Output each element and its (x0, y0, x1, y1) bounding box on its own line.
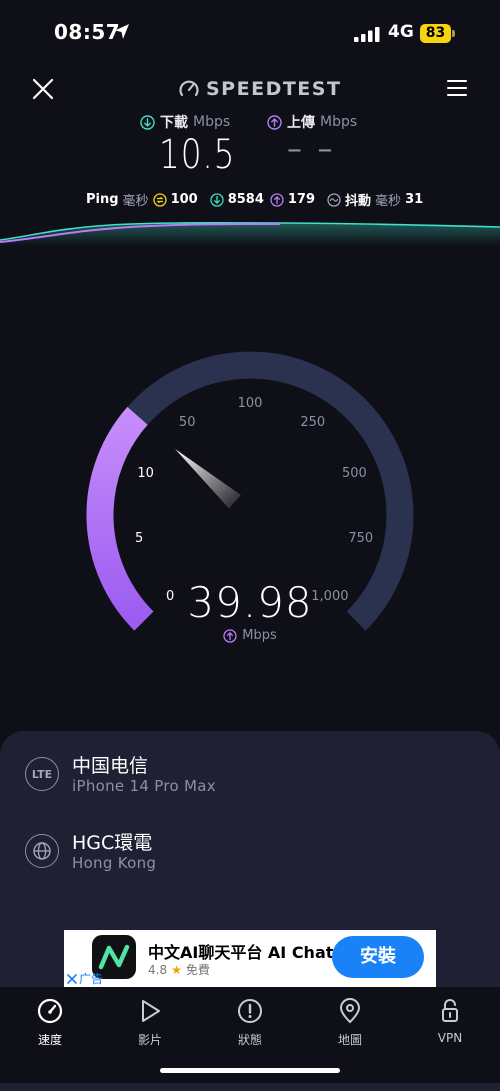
nav-item-video[interactable]: 影片 (115, 997, 185, 1048)
upload-name: 上傳 (287, 115, 315, 131)
nav-item-vpn[interactable]: VPN (415, 997, 485, 1045)
gauge-tick-100: 100 (238, 396, 263, 411)
download-name: 下載 (160, 115, 188, 131)
nav-item-status[interactable]: 狀態 (215, 997, 285, 1048)
lte-icon: LTE (25, 757, 59, 791)
home-indicator[interactable] (160, 1068, 340, 1073)
upload-icon (267, 114, 282, 130)
upload-value: – – (287, 132, 336, 167)
nav-item-map[interactable]: 地圖 (315, 997, 385, 1048)
ping-download: 8584 (227, 192, 264, 207)
ping-upload: 179 (287, 192, 316, 207)
logo-text: SPEEDTEST (206, 78, 342, 100)
upload-latency-icon (270, 192, 284, 207)
ping-idle: 100 (170, 192, 198, 207)
nav-label-speed: 速度 (37, 1033, 62, 1047)
ad-install-button[interactable]: 安裝 (332, 936, 424, 978)
location-arrow-icon (115, 24, 129, 39)
device-name: iPhone 14 Pro Max (72, 777, 216, 795)
speedtest-logo: SPEEDTEST (178, 77, 341, 101)
nav-label-status: 狀態 (237, 1033, 262, 1047)
ad-app-logo-icon (98, 944, 130, 970)
gauge-logo-icon (179, 80, 199, 97)
download-label: 下載 Mbps (140, 112, 230, 132)
ad-badge-label: 广告 (79, 972, 104, 986)
gauge-tick-5: 5 (135, 531, 143, 546)
lock-icon (442, 999, 458, 1022)
alert-icon (238, 999, 262, 1023)
carrier-name[interactable]: 中国电信 (72, 751, 148, 778)
nav-label-map: 地圖 (337, 1033, 362, 1047)
server-name[interactable]: HGC環電 (72, 828, 152, 855)
ad-badge[interactable]: 广告 (66, 970, 103, 987)
throughput-graph (0, 222, 500, 246)
gauge-tick-500: 500 (342, 466, 367, 481)
speedometer-icon (37, 998, 63, 1024)
ad-close-icon[interactable] (66, 973, 78, 985)
upload-unit: Mbps (320, 114, 358, 130)
jitter-icon (327, 192, 341, 207)
jitter-label: 抖動 (345, 194, 372, 209)
gauge-tick-750: 750 (348, 531, 373, 546)
ping-row: Ping 毫秒 100 8584 179 抖動 毫秒 31 (86, 190, 431, 209)
globe-glyph (33, 842, 51, 860)
network-type: 4G (388, 22, 414, 42)
star-icon: ★ (171, 962, 182, 977)
nav-item-speed[interactable]: 速度 (15, 997, 85, 1048)
gauge-tick-10: 10 (137, 466, 154, 481)
battery-tip (452, 30, 455, 37)
gauge-needle (175, 448, 241, 509)
ad-price: 免費 (185, 963, 210, 977)
download-icon (140, 114, 155, 130)
status-time: 08:57 (54, 20, 121, 44)
download-unit: Mbps (193, 114, 231, 130)
speed-unit-label: Mbps (242, 628, 277, 643)
jitter-value: 31 (405, 192, 424, 207)
gauge-progress (86, 406, 154, 631)
gauge-tick-250: 250 (300, 415, 325, 430)
current-speed-unit: Mbps (200, 628, 300, 643)
ad-banner[interactable]: 中文AI聊天平台 AI Chat 4.8 ★ 免費 安裝 广告 (64, 930, 436, 987)
upload-unit-icon (223, 628, 237, 643)
close-button[interactable] (30, 76, 56, 102)
globe-icon (25, 834, 59, 868)
ping-unit: 毫秒 (122, 194, 149, 209)
menu-button[interactable] (446, 78, 468, 98)
ad-title[interactable]: 中文AI聊天平台 AI Chat (148, 939, 333, 963)
current-speed-value: 39.98 (187, 578, 313, 627)
play-icon (142, 1000, 160, 1022)
cellular-signal-icon (354, 27, 380, 42)
ad-rating-value: 4.8 (148, 962, 168, 977)
download-value: 10.5 (159, 132, 236, 178)
download-latency-icon (210, 192, 224, 207)
nav-label-vpn: VPN (437, 1031, 463, 1045)
server-location: Hong Kong (72, 854, 157, 872)
nav-label-video: 影片 (137, 1033, 162, 1047)
upload-label: 上傳 Mbps (267, 112, 357, 132)
ping-label: Ping (86, 192, 119, 207)
ad-rating: 4.8 ★ 免費 (148, 961, 210, 978)
battery-icon: 83 (420, 24, 451, 43)
gauge-tick-50: 50 (179, 415, 196, 430)
map-pin-icon (339, 998, 361, 1024)
jitter-unit: 毫秒 (375, 194, 402, 209)
idle-latency-icon (152, 192, 167, 207)
